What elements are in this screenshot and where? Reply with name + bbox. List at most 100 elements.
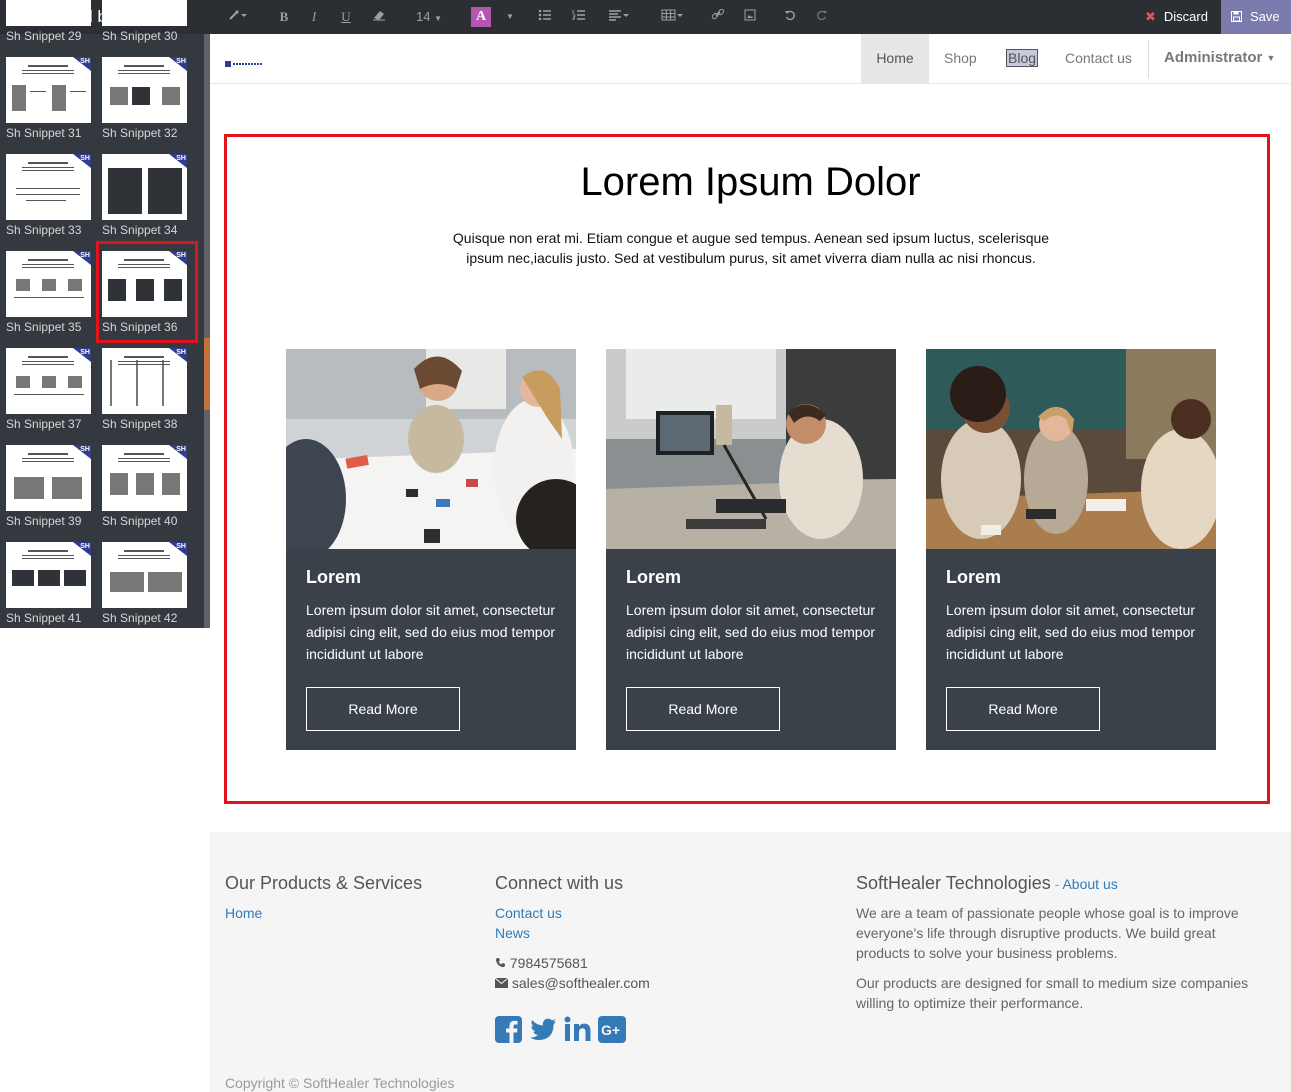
snippet-tile[interactable]: SH Sh Snippet 35 (0, 251, 93, 343)
section-title: Lorem Ipsum Dolor (580, 160, 921, 204)
card-title: Lorem (946, 567, 1002, 587)
user-name: Administrator (1164, 49, 1263, 66)
snippet-tile[interactable]: SH Sh Snippet 34 (96, 154, 189, 246)
snippet-thumbnail: SH (102, 445, 187, 511)
cafe-photo (926, 349, 1216, 549)
snippet-label: Sh Snippet 35 (6, 320, 82, 334)
footer-link-about[interactable]: About us (1062, 876, 1117, 892)
nav-item-blog-label: Blog (1006, 49, 1039, 67)
snippet-thumbnail: SH (6, 542, 91, 608)
italic-button[interactable]: I (306, 0, 322, 34)
snippet-thumbnail: SH (102, 348, 187, 414)
footer-link-contact[interactable]: Contact us (495, 905, 562, 921)
save-label: Save (1250, 9, 1280, 24)
snippet-thumbnail: SH (6, 445, 91, 511)
snippet-label: Sh Snippet 40 (102, 514, 178, 528)
snippet-tile[interactable]: SH Sh Snippet 37 (0, 348, 93, 440)
snippet-label: Sh Snippet 34 (102, 223, 178, 237)
snippet-thumbnail: SH (6, 251, 91, 317)
snippet-label: Sh Snippet 41 (6, 611, 82, 625)
footer-link-home[interactable]: Home (225, 905, 262, 921)
copyright-text: Copyright © SoftHealer Technologies (225, 1075, 455, 1091)
card-title: Lorem (626, 567, 682, 587)
snippet-badge: SH (80, 155, 90, 162)
redo-icon[interactable] (814, 0, 830, 34)
save-button[interactable]: Save (1221, 0, 1291, 34)
snippet-tile[interactable]: SH Sh Snippet 30 (96, 0, 189, 52)
site-footer: Our Products & Services Home Connect wit… (210, 832, 1291, 1092)
snippet-thumbnail: SH (102, 57, 187, 123)
snippet-label: Sh Snippet 29 (6, 29, 82, 43)
office-photo (606, 349, 896, 549)
user-menu[interactable]: Administrator ▼ (1164, 34, 1275, 84)
card-body: Lorem ipsum dolor sit amet, consectetur … (306, 602, 556, 662)
footer-heading-company: SoftHealer Technologies - About us (856, 873, 1118, 894)
read-more-button[interactable]: Read More (626, 687, 780, 731)
snippet-tile[interactable]: SH Sh Snippet 39 (0, 445, 93, 537)
snippet-tile[interactable]: SH Sh Snippet 40 (96, 445, 189, 537)
table-icon[interactable] (660, 0, 686, 34)
snippet-label: Sh Snippet 30 (102, 29, 178, 43)
site-navbar: Home Shop Blog Contact us Administrator … (210, 34, 1291, 84)
snippet-badge: SH (176, 155, 186, 162)
footer-email[interactable]: sales@softhealer.com (494, 975, 650, 991)
discard-label: Discard (1163, 9, 1208, 24)
nav-item-home[interactable]: Home (861, 34, 929, 84)
discard-button[interactable]: ✖ Discard (1133, 0, 1222, 34)
snippet-thumbnail: SH (6, 154, 91, 220)
company-description: We are a team of passionate people whose… (856, 905, 1239, 961)
footer-link-news[interactable]: News (495, 925, 530, 941)
bullet-list-icon[interactable] (536, 0, 554, 34)
card-body: Lorem ipsum dolor sit amet, consectetur … (946, 602, 1196, 662)
eraser-icon[interactable] (370, 0, 388, 34)
company-name: SoftHealer Technologies (856, 873, 1051, 893)
snippet-thumbnail: SH (102, 542, 187, 608)
svg-text:G+: G+ (601, 1022, 620, 1038)
nav-item-contact[interactable]: Contact us (1065, 34, 1132, 84)
section-intro: Quisque non erat mi. Etiam congue et aug… (452, 230, 1050, 266)
email-address: sales@softhealer.com (511, 975, 650, 991)
google-plus-icon[interactable]: G+ (598, 1016, 626, 1044)
snippet-thumbnail: SH (6, 57, 91, 123)
twitter-icon[interactable] (529, 1016, 557, 1044)
feature-card: Lorem Lorem ipsum dolor sit amet, consec… (606, 349, 896, 750)
snippet-tile[interactable]: SH Sh Snippet 41 (0, 542, 93, 628)
snippet-tile[interactable]: SH Sh Snippet 32 (96, 57, 189, 149)
snippet-thumbnail: SH (6, 348, 91, 414)
floppy-icon (1231, 1, 1242, 35)
snippet-badge: SH (80, 446, 90, 453)
close-icon: ✖ (1145, 9, 1156, 24)
read-more-button[interactable]: Read More (946, 687, 1100, 731)
link-icon[interactable] (710, 0, 726, 34)
read-more-button[interactable]: Read More (306, 687, 460, 731)
facebook-icon[interactable] (495, 1016, 523, 1044)
align-icon[interactable] (606, 0, 632, 34)
underline-button[interactable]: U (338, 0, 354, 34)
undo-icon[interactable] (782, 0, 798, 34)
snippet-badge: SH (80, 58, 90, 65)
chevron-down-icon[interactable]: ▼ (504, 0, 516, 34)
linkedin-icon[interactable] (564, 1016, 592, 1044)
snippet-badge: SH (176, 543, 186, 550)
bold-button[interactable]: B (276, 0, 292, 34)
snippet-label: Sh Snippet 38 (102, 417, 178, 431)
style-icon[interactable] (224, 0, 252, 34)
card-title: Lorem (306, 567, 362, 587)
snippet-tile[interactable]: SH Sh Snippet 29 (0, 0, 93, 52)
nav-item-shop[interactable]: Shop (944, 34, 977, 84)
snippet-tile[interactable]: SH Sh Snippet 33 (0, 154, 93, 246)
sidebar-scrollbar-thumb[interactable] (204, 338, 210, 410)
site-logo[interactable] (225, 54, 265, 67)
snippet-thumbnail: SH (102, 0, 187, 26)
numbered-list-icon[interactable] (570, 0, 588, 34)
snippet-tile[interactable]: SH Sh Snippet 42 (96, 542, 189, 628)
sidebar-scrollbar[interactable] (204, 34, 210, 628)
snippet-badge: SH (176, 446, 186, 453)
text-color-button[interactable]: A (471, 7, 491, 27)
snippet-tile[interactable]: SH Sh Snippet 38 (96, 348, 189, 440)
font-size-select[interactable]: 14 ▼ (414, 0, 444, 34)
snippet-label: Sh Snippet 39 (6, 514, 82, 528)
nav-item-blog[interactable]: Blog (1006, 34, 1039, 84)
image-icon[interactable] (742, 0, 758, 34)
snippet-tile[interactable]: SH Sh Snippet 31 (0, 57, 93, 149)
